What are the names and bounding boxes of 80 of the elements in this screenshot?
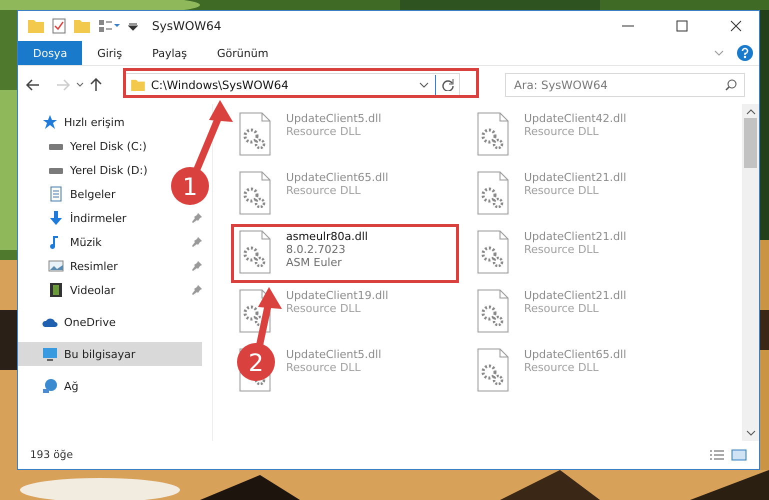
maximize-icon <box>676 20 688 32</box>
ribbon-tab[interactable]: Paylaş <box>137 41 202 65</box>
star-icon <box>42 114 58 130</box>
document-icon <box>48 186 64 202</box>
file-detail: 8.0.2.7023 <box>286 243 346 256</box>
item-count: 193 öğe <box>30 449 74 461</box>
file-name: UpdateClient21.dll <box>524 230 626 243</box>
file-name: UpdateClient5.dll <box>286 112 382 125</box>
scrollbar[interactable] <box>742 104 759 441</box>
refresh-icon[interactable] <box>442 79 454 91</box>
details-view-icon[interactable] <box>709 449 725 461</box>
ribbon-tab[interactable]: Giriş <box>82 41 138 65</box>
caret-icon[interactable] <box>419 82 429 88</box>
gear-file-icon <box>238 230 272 274</box>
scroll-up-icon[interactable] <box>746 108 756 116</box>
window-title: SysWOW64 <box>152 19 222 33</box>
caret-icon[interactable] <box>76 82 84 88</box>
file-detail: Resource DLL <box>524 302 600 315</box>
up-arrow-icon[interactable] <box>90 78 102 92</box>
sidebar-item[interactable]: Resimler <box>18 254 124 278</box>
file-name: UpdateClient21.dll <box>524 289 626 302</box>
file-detail: Resource DLL <box>524 184 600 197</box>
sidebar-item[interactable]: Hızlı erişim <box>18 110 131 134</box>
dropdown-icon[interactable] <box>128 21 138 31</box>
file-detail: Resource DLL <box>286 302 362 315</box>
monitor-icon <box>42 346 58 362</box>
sidebar-item[interactable]: Yerel Disk (D:) <box>18 158 154 182</box>
file-detail: Resource DLL <box>524 361 600 374</box>
gear-file-icon <box>476 230 510 274</box>
search-icon[interactable] <box>725 79 737 91</box>
file-name: UpdateClient21.dll <box>524 171 626 184</box>
file-name: UpdateClient42.dll <box>524 112 626 125</box>
sidebar-item[interactable]: Ağ <box>18 374 85 398</box>
sidebar-item[interactable]: OneDrive <box>18 310 122 334</box>
minimize-icon <box>622 25 634 27</box>
help-icon[interactable] <box>737 45 753 61</box>
gear-file-icon <box>238 171 272 215</box>
image-icon <box>48 258 64 274</box>
file-detail: Resource DLL <box>286 184 362 197</box>
file-name: UpdateClient5.dll <box>286 348 382 361</box>
sidebar-item[interactable]: Belgeler <box>18 182 122 206</box>
ribbon-tab[interactable]: Dosya <box>18 41 82 65</box>
sidebar-item[interactable]: Bu bilgisayar <box>18 342 202 366</box>
sidebar-item[interactable]: Müzik <box>18 230 108 254</box>
file-detail: Resource DLL <box>286 361 362 374</box>
file-detail: Resource DLL <box>524 125 600 138</box>
close-icon <box>730 20 742 32</box>
address-field[interactable]: C:\Windows\SysWOW64 <box>124 73 460 97</box>
gear-file-icon <box>476 112 510 156</box>
film-icon <box>48 282 64 298</box>
file-detail: Resource DLL <box>286 125 362 138</box>
folder-icon <box>131 79 145 91</box>
gear-file-icon <box>476 348 510 392</box>
file-name: asmeulr80a.dll <box>286 230 368 243</box>
sidebar-item[interactable]: İndirmeler <box>18 206 132 230</box>
gear-file-icon <box>476 171 510 215</box>
pin-icon[interactable] <box>192 285 202 295</box>
properties-icon[interactable] <box>52 18 66 34</box>
folder-icon <box>28 19 44 33</box>
file-detail: ASM Euler <box>286 256 343 269</box>
file-detail: Resource DLL <box>524 243 600 256</box>
pin-icon[interactable] <box>192 213 202 223</box>
search-field[interactable]: Ara: SysWOW64 <box>505 73 745 97</box>
down-arrow-icon <box>48 210 64 226</box>
scroll-down-icon[interactable] <box>746 429 756 437</box>
sidebar-item[interactable]: Videolar <box>18 278 122 302</box>
scrollbar-thumb[interactable] <box>744 118 757 168</box>
file-name: UpdateClient65.dll <box>286 171 388 184</box>
pin-icon[interactable] <box>192 237 202 247</box>
file-name: UpdateClient65.dll <box>524 348 626 361</box>
globe-icon <box>42 378 58 394</box>
sidebar-item[interactable]: Yerel Disk (C:) <box>18 134 153 158</box>
tiles-view-icon[interactable] <box>731 449 747 461</box>
view-list-icon[interactable] <box>98 19 120 33</box>
pin-icon[interactable] <box>192 261 202 271</box>
back-arrow-icon[interactable] <box>26 79 40 91</box>
gear-file-icon <box>476 289 510 333</box>
ribbon-tab[interactable]: Görünüm <box>202 41 284 65</box>
file-name: UpdateClient19.dll <box>286 289 388 302</box>
gear-file-icon <box>238 112 272 156</box>
